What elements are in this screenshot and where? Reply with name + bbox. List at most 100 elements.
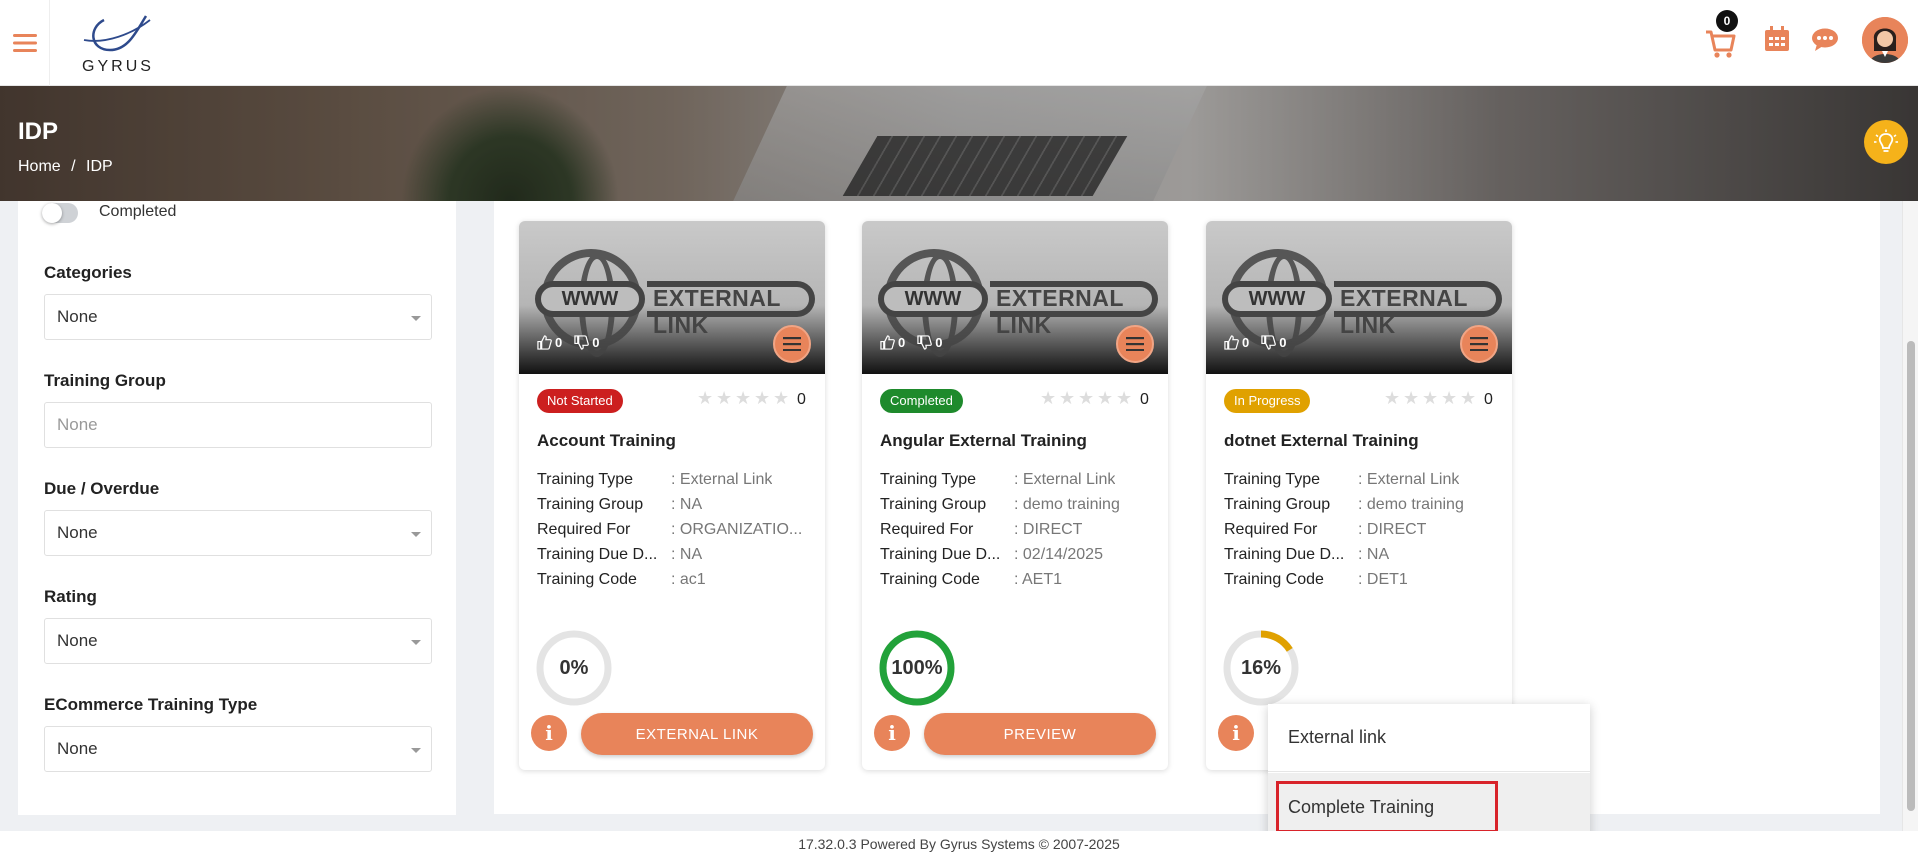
dislike-button[interactable]: 0 [917, 335, 942, 350]
ecommerce-training-type-select[interactable]: None [44, 726, 432, 772]
completed-toggle[interactable] [42, 203, 78, 223]
card-action-button[interactable]: PREVIEW [924, 713, 1156, 755]
rating-stars[interactable]: ★ ★ ★ ★ ★ [1040, 389, 1133, 407]
completed-toggle-label: Completed [99, 203, 177, 220]
card-details: Training Type : External Link Training G… [1224, 467, 1464, 592]
training-card[interactable]: WWW EXTERNAL LINK 0 0 [1206, 221, 1512, 770]
card-field-row: Training Due D... : NA [537, 542, 802, 567]
progress-percent: 0% [559, 656, 589, 679]
card-field-value: : DIRECT [1358, 521, 1427, 538]
card-field-key: Training Code [537, 571, 637, 588]
progress-percent: 100% [891, 656, 943, 679]
menu-lines-icon [1470, 337, 1488, 351]
cart-button[interactable]: 0 [1704, 10, 1738, 63]
rating-count: 0 [1140, 391, 1149, 408]
dislike-count: 0 [935, 335, 943, 350]
breadcrumb-home-link[interactable]: Home [18, 158, 61, 175]
info-icon: i [1232, 721, 1240, 745]
dislike-button[interactable]: 0 [574, 335, 599, 350]
star-icon[interactable]: ★ [1059, 389, 1076, 407]
star-icon[interactable]: ★ [735, 389, 752, 407]
rating-count: 0 [797, 391, 806, 408]
rating-stars[interactable]: ★ ★ ★ ★ ★ [1384, 389, 1477, 407]
star-icon[interactable]: ★ [1441, 389, 1458, 407]
training-card[interactable]: WWW EXTERNAL LINK 0 0 [519, 221, 825, 770]
rating-select[interactable]: None [44, 618, 432, 664]
like-count: 0 [555, 335, 563, 350]
card-field-key: Training Group [1224, 496, 1331, 513]
like-button[interactable]: 0 [1224, 335, 1249, 350]
cart-count-badge: 0 [1716, 10, 1738, 32]
chevron-down-icon [411, 532, 421, 537]
rating-stars[interactable]: ★ ★ ★ ★ ★ [697, 389, 790, 407]
dislike-button[interactable]: 0 [1261, 335, 1286, 350]
card-field-value: : AET1 [1014, 571, 1063, 588]
thumbs-down-icon [917, 335, 933, 350]
info-icon: i [888, 721, 896, 745]
star-icon[interactable]: ★ [1116, 389, 1133, 407]
card-field-row: Training Group : demo training [880, 492, 1120, 517]
like-button[interactable]: 0 [880, 335, 905, 350]
gyrus-logo[interactable]: GYRUS [76, 10, 160, 76]
card-field-value: : External Link [671, 471, 773, 488]
card-title[interactable]: dotnet External Training [1224, 431, 1419, 451]
star-icon[interactable]: ★ [754, 389, 771, 407]
footer: 17.32.0.3 Powered By Gyrus Systems © 200… [0, 831, 1918, 857]
like-count: 0 [1242, 335, 1250, 350]
star-icon[interactable]: ★ [1040, 389, 1057, 407]
user-avatar[interactable] [1862, 17, 1908, 63]
info-button[interactable]: i [874, 715, 910, 751]
star-icon[interactable]: ★ [1097, 389, 1114, 407]
card-thumbnail: WWW EXTERNAL LINK 0 0 [1206, 221, 1512, 374]
tips-button[interactable] [1864, 120, 1908, 164]
card-action-button[interactable]: EXTERNAL LINK [581, 713, 813, 755]
calendar-icon [1765, 26, 1789, 51]
due-overdue-select-value: None [57, 523, 98, 542]
menu-item-external-link[interactable]: External link [1268, 704, 1590, 772]
info-button[interactable]: i [531, 715, 567, 751]
scrollbar-thumb[interactable] [1907, 341, 1915, 811]
star-icon[interactable]: ★ [1403, 389, 1420, 407]
card-menu-button[interactable] [1116, 325, 1154, 363]
card-field-key: Training Code [880, 571, 980, 588]
like-button[interactable]: 0 [537, 335, 562, 350]
training-card[interactable]: WWW EXTERNAL LINK 0 0 [862, 221, 1168, 770]
card-field-key: Required For [1224, 521, 1318, 538]
star-icon[interactable]: ★ [1460, 389, 1477, 407]
star-icon[interactable]: ★ [1384, 389, 1401, 407]
card-menu-button[interactable] [1460, 325, 1498, 363]
card-title[interactable]: Angular External Training [880, 431, 1087, 451]
training-group-input[interactable]: None [44, 402, 432, 448]
hamburger-menu-button[interactable] [0, 0, 50, 86]
card-field-key: Training Due D... [880, 546, 1001, 563]
dislike-count: 0 [592, 335, 600, 350]
breadcrumb-separator: / [71, 158, 76, 175]
due-overdue-label: Due / Overdue [44, 479, 160, 498]
card-field-row: Training Code : AET1 [880, 567, 1120, 592]
card-title[interactable]: Account Training [537, 431, 676, 451]
chat-button[interactable] [1811, 28, 1839, 57]
star-icon[interactable]: ★ [1078, 389, 1095, 407]
page-scrollbar[interactable] [1902, 201, 1918, 831]
hamburger-icon [12, 34, 37, 52]
card-field-row: Training Due D... : NA [1224, 542, 1464, 567]
card-field-key: Training Type [537, 471, 634, 488]
card-field-row: Training Group : demo training [1224, 492, 1464, 517]
star-icon[interactable]: ★ [773, 389, 790, 407]
status-badge: In Progress [1224, 389, 1311, 413]
star-icon[interactable]: ★ [716, 389, 733, 407]
card-field-row: Training Type : External Link [537, 467, 802, 492]
categories-select[interactable]: None [44, 294, 432, 340]
calendar-button[interactable] [1764, 26, 1790, 57]
info-button[interactable]: i [1218, 715, 1254, 751]
star-icon[interactable]: ★ [697, 389, 714, 407]
info-icon: i [545, 721, 553, 745]
card-field-key: Training Group [537, 496, 644, 513]
card-menu-button[interactable] [773, 325, 811, 363]
user-avatar-icon [1862, 17, 1908, 63]
card-field-value: : External Link [1358, 471, 1460, 488]
filter-sidebar: Completed Categories None Training Group… [18, 201, 456, 815]
star-icon[interactable]: ★ [1422, 389, 1439, 407]
thumbnail-www-text: WWW [535, 281, 645, 317]
due-overdue-select[interactable]: None [44, 510, 432, 556]
